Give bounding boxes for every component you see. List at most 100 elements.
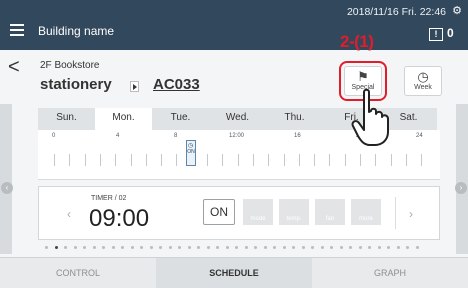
hour-label: 4 bbox=[116, 133, 120, 139]
page-dot bbox=[149, 246, 153, 249]
hour-tick bbox=[375, 154, 377, 166]
page-dot bbox=[406, 246, 409, 249]
bottom-nav: CONTROL SCHEDULE GRAPH bbox=[0, 257, 468, 288]
page-dot bbox=[45, 246, 48, 249]
week-mode-button[interactable]: ◷ Week bbox=[404, 66, 442, 96]
hour-tick bbox=[84, 154, 86, 166]
page-dot bbox=[263, 246, 267, 249]
tab-thu[interactable]: Thu. bbox=[266, 108, 323, 130]
annotation-label: 2-(1) bbox=[340, 32, 374, 51]
prev-page-icon[interactable]: ‹ bbox=[1, 182, 13, 194]
chevron-right-icon bbox=[130, 81, 139, 92]
hour-label: 24 bbox=[416, 133, 423, 139]
back-icon[interactable]: < bbox=[8, 56, 20, 79]
page-dot bbox=[301, 246, 305, 249]
hour-tick bbox=[421, 154, 423, 166]
page-dot bbox=[244, 246, 248, 249]
hour-tick bbox=[283, 154, 285, 166]
page-dot bbox=[358, 246, 362, 249]
page-dot bbox=[197, 246, 200, 249]
tab-wed[interactable]: Wed. bbox=[209, 108, 266, 130]
hour-tick bbox=[99, 154, 101, 166]
alert-count: 0 bbox=[447, 26, 454, 40]
page-dot bbox=[130, 246, 134, 249]
hour-tick bbox=[207, 154, 208, 166]
temp-option: temp. bbox=[279, 199, 309, 225]
event-time[interactable]: 09:00 bbox=[89, 205, 149, 233]
page-dot bbox=[178, 246, 181, 249]
page-dot bbox=[73, 246, 77, 249]
mode-option: mode bbox=[243, 199, 273, 225]
timer-icon: ◷ bbox=[188, 143, 194, 149]
page-dot bbox=[349, 246, 352, 249]
next-page-icon[interactable]: › bbox=[455, 182, 467, 194]
alert-icon[interactable]: ! bbox=[429, 28, 443, 41]
page-dot bbox=[282, 246, 286, 249]
tab-schedule[interactable]: SCHEDULE bbox=[156, 258, 312, 288]
week-label: Week bbox=[414, 84, 432, 91]
hour-tick bbox=[69, 154, 71, 166]
tab-sun[interactable]: Sun. bbox=[38, 108, 95, 130]
page-dot bbox=[168, 246, 172, 249]
settings-icon[interactable]: ⚙ bbox=[452, 4, 462, 17]
page-dot bbox=[320, 246, 324, 249]
hour-tick bbox=[405, 154, 407, 166]
right-rail bbox=[456, 104, 468, 254]
page-dot bbox=[102, 246, 105, 249]
hand-pointer-icon bbox=[351, 88, 389, 146]
hour-tick bbox=[145, 154, 147, 166]
hour-tick bbox=[344, 154, 346, 166]
hour-label: 12:00 bbox=[229, 133, 245, 139]
more-option: more bbox=[351, 199, 381, 225]
hour-tick bbox=[314, 154, 316, 166]
divider bbox=[395, 197, 396, 229]
hour-tick bbox=[268, 154, 270, 166]
tab-mon[interactable]: Mon. bbox=[95, 108, 152, 132]
hour-tick bbox=[54, 154, 55, 166]
datetime: 2018/11/16 Fri. 22:46 bbox=[346, 6, 446, 18]
page-dot bbox=[415, 246, 419, 249]
left-rail bbox=[0, 104, 12, 254]
page-dot bbox=[187, 246, 191, 249]
page-dot bbox=[377, 246, 381, 249]
hour-tick bbox=[360, 154, 361, 166]
page-dot bbox=[396, 246, 400, 249]
menu-icon[interactable] bbox=[10, 24, 24, 36]
page-dot bbox=[368, 246, 371, 249]
fan-option: fan bbox=[315, 199, 345, 225]
app-header: Building name 2018/11/16 Fri. 22:46 ⚙ ! … bbox=[0, 0, 468, 50]
timer-label: TIMER / 02 bbox=[91, 195, 127, 202]
hour-label: 8 bbox=[174, 133, 178, 139]
unit-link[interactable]: AC033 bbox=[153, 76, 200, 93]
prev-event-icon[interactable]: ‹ bbox=[67, 207, 71, 221]
page-dot bbox=[339, 246, 343, 249]
page-dot bbox=[83, 246, 86, 249]
page-dot bbox=[54, 246, 58, 249]
page-indicator bbox=[45, 246, 425, 252]
hour-tick bbox=[329, 154, 331, 166]
hour-label: 16 bbox=[294, 133, 301, 139]
hour-tick bbox=[237, 154, 239, 166]
hour-tick bbox=[161, 154, 163, 166]
on-off-button[interactable]: ON bbox=[203, 199, 235, 225]
tab-tue[interactable]: Tue. bbox=[152, 108, 209, 130]
page-dot bbox=[254, 246, 257, 249]
hour-tick bbox=[252, 154, 254, 166]
next-event-icon[interactable]: › bbox=[409, 207, 413, 221]
page-dot bbox=[225, 246, 229, 249]
page-dot bbox=[92, 246, 96, 249]
page-dot bbox=[330, 246, 333, 249]
page-dot bbox=[311, 246, 314, 249]
page-dot bbox=[159, 246, 162, 249]
event-card: ‹ TIMER / 02 09:00 ON mode temp. fan mor… bbox=[38, 186, 440, 240]
category-label: stationery bbox=[40, 76, 112, 93]
marker-label: ON bbox=[187, 149, 195, 155]
tab-graph[interactable]: GRAPH bbox=[312, 258, 468, 288]
calendar-icon: ◷ bbox=[417, 69, 429, 84]
page-dot bbox=[140, 246, 143, 249]
page-dot bbox=[292, 246, 295, 249]
page-dot bbox=[273, 246, 276, 249]
tab-control[interactable]: CONTROL bbox=[0, 258, 156, 288]
on-event-marker[interactable]: ◷ ON bbox=[186, 140, 196, 166]
hour-tick bbox=[130, 154, 132, 166]
